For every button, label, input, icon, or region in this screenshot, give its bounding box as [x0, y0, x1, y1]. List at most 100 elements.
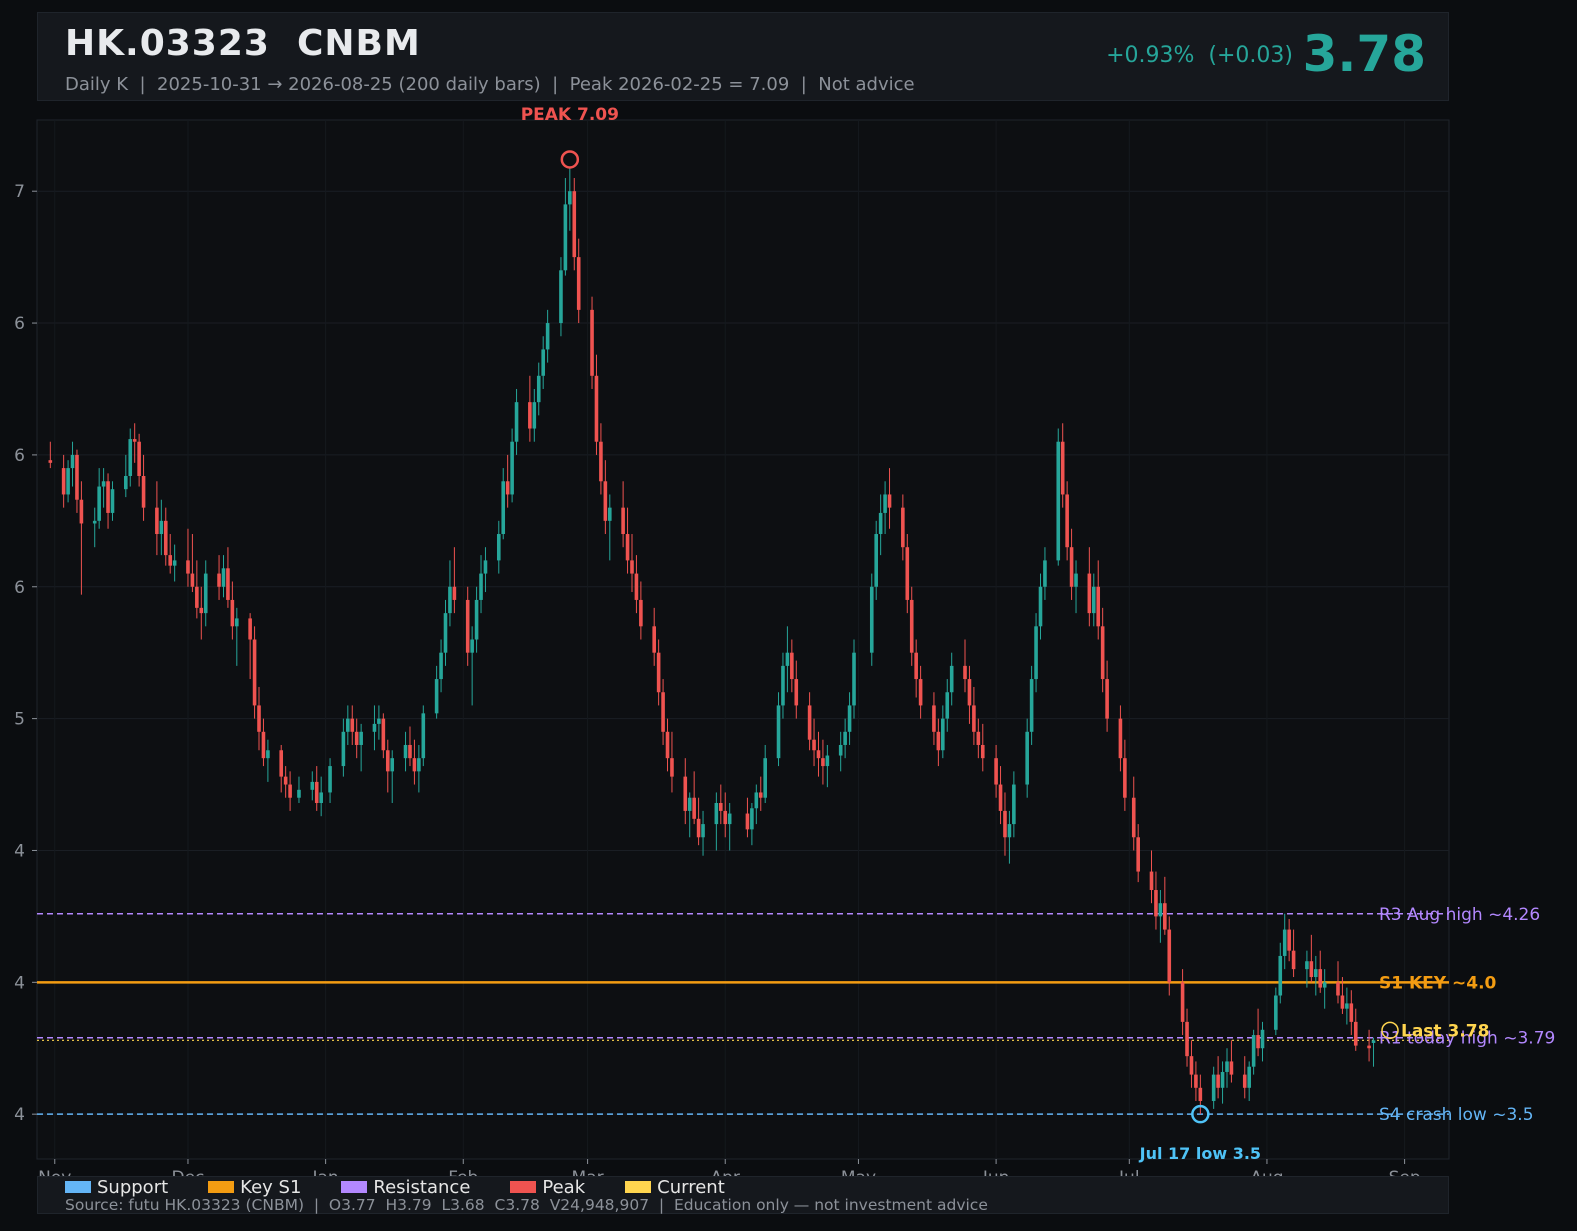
candle-body: [696, 818, 701, 838]
y-tick-label: 7: [14, 182, 25, 202]
candle-body: [594, 375, 599, 442]
candle-body: [412, 758, 417, 772]
candle-body: [439, 652, 443, 680]
candle-body: [941, 718, 945, 751]
candle-body: [883, 494, 887, 513]
candle-body: [718, 802, 723, 811]
candle-body: [381, 718, 386, 751]
candle-body: [377, 718, 381, 724]
candle-body: [101, 481, 106, 487]
candle-body: [1309, 961, 1314, 978]
candle-body: [128, 439, 133, 477]
legend-swatch: [510, 1181, 537, 1193]
candle-body: [541, 349, 545, 376]
candle-body: [1100, 626, 1105, 680]
candle-body: [390, 758, 395, 772]
candle-body: [314, 781, 319, 803]
candle-body: [785, 652, 790, 666]
candle-body: [341, 731, 346, 767]
legend-label: Resistance: [373, 1176, 471, 1198]
candle-body: [750, 808, 754, 830]
candle-body: [124, 476, 128, 490]
y-tick-label: 6: [14, 578, 25, 598]
candle-body: [532, 402, 537, 429]
candle-body: [350, 718, 355, 732]
candle-body: [452, 586, 457, 600]
candle-body: [976, 731, 981, 745]
level-label-s4: S4 crash low ~3.5: [1379, 1105, 1534, 1125]
candle-body: [869, 586, 874, 653]
candle-body: [266, 750, 270, 759]
candle-body: [576, 257, 581, 310]
candle-body: [1260, 1029, 1265, 1049]
candle-body: [563, 204, 568, 271]
candle-body: [727, 813, 732, 825]
candle-body: [1060, 441, 1065, 495]
candle-body: [403, 744, 408, 759]
candle-body: [1056, 441, 1061, 561]
candle-body: [590, 309, 594, 376]
candle-body: [172, 560, 177, 566]
candle-body: [1003, 810, 1007, 838]
candle-body: [949, 665, 954, 693]
candle-body: [1154, 890, 1158, 917]
legend-label: Key S1: [240, 1176, 302, 1198]
candle-body: [417, 758, 421, 772]
candle-body: [1313, 969, 1318, 978]
candle-body: [328, 766, 332, 793]
candle-body: [155, 507, 159, 535]
legend-item-key-s1: Key S1: [208, 1176, 302, 1198]
candle-body: [1012, 784, 1016, 825]
candle-body: [510, 441, 514, 495]
candle-body: [1229, 1061, 1234, 1075]
candle-body: [163, 520, 168, 556]
candle-body: [972, 705, 976, 732]
candle-body: [310, 781, 315, 790]
legend-item-current: Current: [625, 1177, 725, 1198]
candle-body: [1256, 1035, 1260, 1049]
candle-body: [1149, 871, 1154, 891]
chart-legend: Support Key S1 Resistance Peak Current: [65, 1176, 765, 1198]
candle-body: [1371, 1040, 1376, 1043]
candle-body: [1180, 982, 1185, 1022]
candle-body: [932, 705, 936, 732]
candle-body: [1216, 1074, 1220, 1088]
legend-swatch: [625, 1181, 652, 1193]
candle-body: [794, 679, 799, 706]
candle-body: [874, 534, 879, 587]
candle-body: [568, 191, 572, 205]
candle-body: [776, 705, 781, 759]
legend-item-support: Support: [65, 1177, 168, 1198]
legend-label: Peak: [542, 1176, 586, 1198]
candle-body: [901, 507, 905, 548]
candle-body: [723, 810, 728, 825]
candle-body: [634, 573, 639, 600]
y-tick-label: 4: [14, 973, 25, 993]
candle-body: [92, 520, 97, 524]
level-label-r3: R3 Aug high ~4.26: [1379, 905, 1540, 925]
candle-body: [252, 639, 257, 706]
candle-body: [217, 573, 221, 587]
candle-body: [434, 679, 439, 714]
candle-body: [443, 613, 448, 653]
candle-body: [790, 652, 794, 680]
candle-body: [359, 731, 363, 745]
candle-body: [998, 784, 1003, 811]
candle-body: [1287, 929, 1291, 951]
trough-label: Jul 17 low 3.5: [1139, 1144, 1261, 1163]
candle-body: [137, 441, 141, 477]
candlestick-chart: 76665444NovDecJanFebMarAprMayJunJulAugSe…: [14, 105, 1555, 1188]
candle-body: [1069, 547, 1074, 587]
candle-body: [838, 744, 843, 756]
candle-body: [79, 499, 84, 524]
candle-body: [994, 758, 998, 785]
candle-body: [1007, 824, 1012, 838]
candle-body: [1029, 679, 1034, 732]
candle-body: [1247, 1066, 1251, 1088]
candle-body: [545, 323, 550, 350]
current-label: Last 3.78: [1401, 1021, 1489, 1041]
candle-body: [1043, 560, 1047, 587]
legend-swatch: [208, 1181, 235, 1193]
candle-body: [887, 494, 892, 508]
candle-body: [75, 454, 79, 500]
